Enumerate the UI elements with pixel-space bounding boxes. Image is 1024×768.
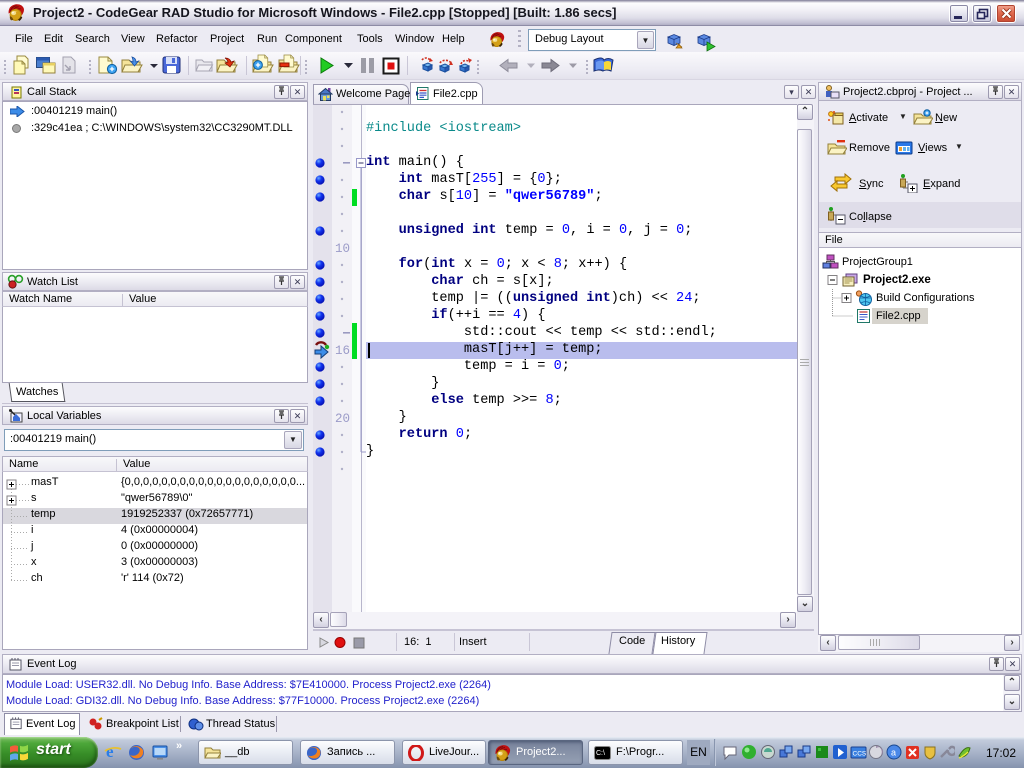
svg-text:C:\: C:\ [596,750,605,757]
svg-text:a: a [891,748,896,758]
svg-text:10: 10 [335,242,350,256]
svg-text:e: e [106,743,114,761]
svg-text:16: 16 [335,344,350,358]
svg-text:20: 20 [335,412,350,426]
svg-text:CCS: CCS [853,751,867,758]
